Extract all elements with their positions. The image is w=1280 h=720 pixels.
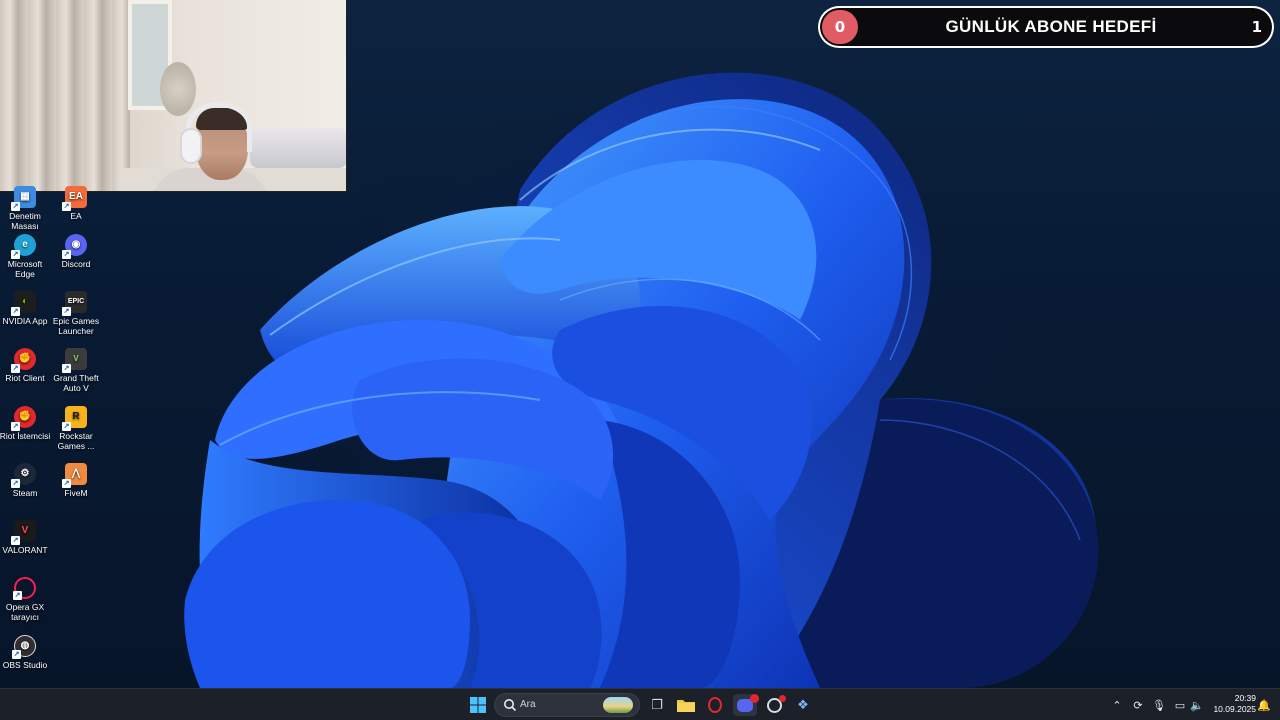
opera-gx-icon	[708, 697, 722, 713]
desktop-icon-label: Epic Games Launcher	[52, 316, 100, 336]
ea-icon: EA	[62, 186, 87, 211]
desktop-icon-obs[interactable]: ◍ OBS Studio	[0, 635, 53, 670]
desktop-icon-label: Riot İstemcisi	[0, 431, 51, 441]
taskbar-discord[interactable]	[733, 694, 759, 716]
taskbar-file-explorer[interactable]	[674, 694, 698, 716]
notification-badge	[750, 694, 759, 703]
desktop-icon-ea[interactable]: EA EA	[48, 186, 104, 221]
obs-icon: ◍	[12, 635, 36, 659]
subscriber-goal-title: GÜNLÜK ABONE HEDEFİ	[945, 17, 1157, 36]
desktop-icon-label: EA	[70, 211, 82, 221]
tray-microphone[interactable]: 🎙	[1151, 697, 1167, 713]
taskbar: Ara ❐ ❖ ⌃ ⟳ 🎙 ▭ 🔈 20:39 10.09.2025 🔔	[0, 688, 1280, 720]
desktop-icon-label: Discord	[61, 259, 91, 269]
taskbar-search-box[interactable]: Ara	[494, 693, 640, 717]
notification-center-button[interactable]: 🔔	[1256, 697, 1272, 713]
search-placeholder: Ara	[520, 699, 536, 710]
desktop-icon-label: Denetim Masası	[9, 211, 41, 231]
desktop-icon-riot-client[interactable]: ✊ Riot Client	[0, 348, 53, 383]
notification-icon: 🔔	[1257, 698, 1271, 712]
tray-sync[interactable]: ⟳	[1130, 697, 1146, 713]
search-highlight-art	[603, 697, 633, 713]
desktop-icon-label: Riot Client	[5, 373, 45, 383]
microphone-icon: 🎙	[1152, 698, 1166, 712]
taskbar-chrome[interactable]	[762, 694, 786, 716]
notification-dot	[779, 695, 786, 702]
taskbar-clock[interactable]: 20:39 10.09.2025	[1208, 693, 1256, 715]
subscriber-goal-bar: 0 GÜNLÜK ABONE HEDEFİ 1	[820, 8, 1272, 46]
task-view-icon: ❐	[651, 697, 663, 713]
control-panel-icon: ▦	[11, 186, 36, 211]
start-button[interactable]	[466, 694, 490, 716]
subscriber-goal-target: 1	[1251, 18, 1262, 36]
desktop-icon-epic-games[interactable]: EPIC Epic Games Launcher	[48, 291, 104, 336]
discord-icon: ◉	[62, 234, 87, 259]
chevron-up-icon: ⌃	[1112, 698, 1122, 712]
desktop-icon-discord[interactable]: ◉ Discord	[48, 234, 104, 269]
edge-icon: e	[11, 234, 36, 259]
display-icon: ▭	[1174, 698, 1186, 712]
desktop-icon-nvidia[interactable]: ◐ NVIDIA App	[0, 291, 53, 326]
rockstar-icon: R	[62, 406, 87, 431]
subscriber-goal-current: 0	[822, 10, 858, 44]
desktop-icon-opera-gx[interactable]: Opera GX tarayıcı	[0, 577, 53, 622]
tray-overflow-button[interactable]: ⌃	[1109, 697, 1125, 713]
desktop-icon-valorant[interactable]: V VALORANT	[0, 520, 53, 555]
webcam-fan	[160, 62, 196, 116]
file-explorer-icon	[677, 700, 695, 712]
desktop-icon-label: NVIDIA App	[2, 316, 48, 326]
gta-v-icon: V	[62, 348, 87, 373]
desktop-icon-label: FiveM	[64, 488, 88, 498]
desktop-icon-rockstar[interactable]: R Rockstar Games ...	[48, 406, 104, 451]
desktop-icon-steam[interactable]: ⚙ Steam	[0, 463, 53, 498]
taskbar-task-view[interactable]: ❐	[645, 694, 669, 716]
fivem-icon: ⋀	[62, 463, 87, 488]
taskbar-app[interactable]: ❖	[791, 694, 815, 716]
desktop-icon-label: OBS Studio	[2, 660, 48, 670]
desktop: 0 GÜNLÜK ABONE HEDEFİ 1 ▦ Denetim Masası…	[0, 0, 1280, 688]
tray-volume[interactable]: 🔈	[1189, 697, 1205, 713]
desktop-icon-edge[interactable]: e Microsoft Edge	[0, 234, 53, 279]
desktop-icon-label: Grand Theft Auto V	[53, 373, 99, 393]
webcam-bed	[250, 128, 346, 168]
desktop-icon-control-panel[interactable]: ▦ Denetim Masası	[0, 186, 53, 231]
desktop-icon-label: Opera GX tarayıcı	[5, 602, 45, 622]
volume-icon: 🔈	[1190, 698, 1204, 712]
riot-client-icon: ✊	[11, 406, 36, 431]
desktop-icon-label: VALORANT	[2, 545, 48, 555]
clock-time: 20:39	[1234, 693, 1256, 703]
desktop-icon-label: Steam	[12, 488, 38, 498]
opera-gx-icon	[13, 577, 36, 600]
taskbar-opera-gx[interactable]	[703, 694, 727, 716]
windows-start-icon	[470, 697, 486, 713]
riot-client-icon: ✊	[11, 348, 36, 373]
sync-icon: ⟳	[1133, 698, 1143, 712]
desktop-icon-riot-istemcisi[interactable]: ✊ Riot İstemcisi	[0, 406, 53, 441]
desktop-icon-label: Microsoft Edge	[7, 259, 43, 279]
epic-games-icon: EPIC	[62, 291, 87, 316]
subscriber-goal-widget: 0 GÜNLÜK ABONE HEDEFİ 1	[818, 6, 1274, 48]
steam-icon: ⚙	[11, 463, 36, 488]
search-icon	[504, 699, 517, 712]
headset-earcup	[180, 128, 202, 164]
desktop-icon-gta-v[interactable]: V Grand Theft Auto V	[48, 348, 104, 393]
tray-display[interactable]: ▭	[1172, 697, 1188, 713]
desktop-icon-fivem[interactable]: ⋀ FiveM	[48, 463, 104, 498]
clock-date: 10.09.2025	[1213, 704, 1256, 714]
nvidia-icon: ◐	[11, 291, 36, 316]
app-icon: ❖	[797, 697, 809, 713]
valorant-icon: V	[11, 520, 36, 545]
webcam-overlay	[0, 0, 347, 192]
desktop-icon-label: Rockstar Games ...	[57, 431, 95, 451]
webcam-curtain	[0, 0, 130, 191]
